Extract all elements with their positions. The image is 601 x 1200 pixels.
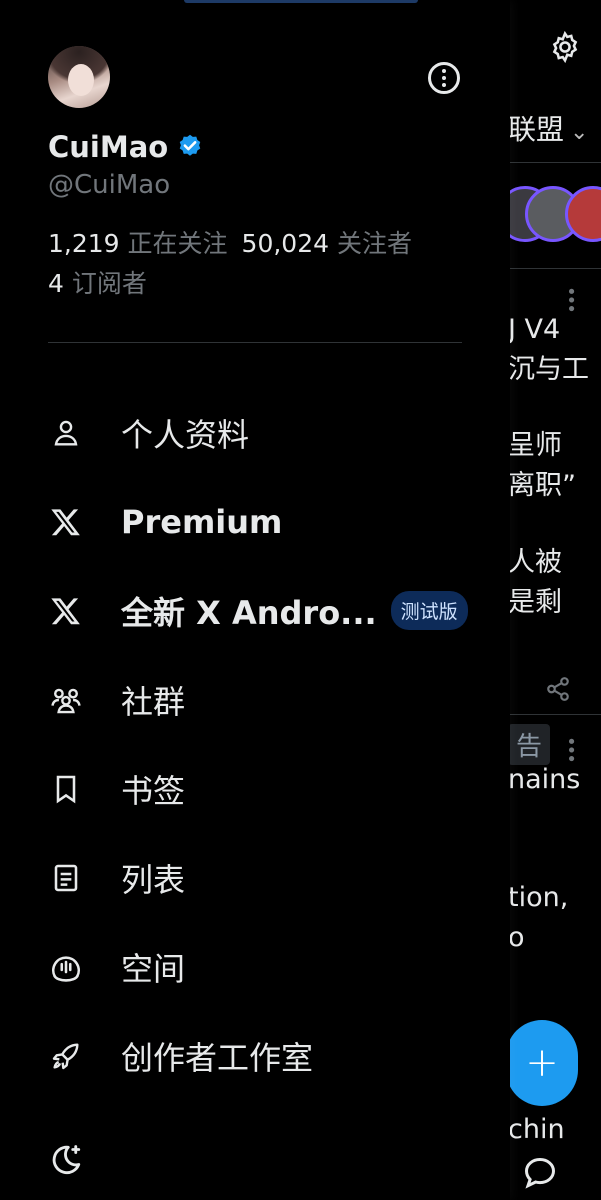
menu-item-label: 空间 — [121, 949, 186, 988]
followers-label: 关注者 — [336, 229, 412, 258]
share-icon[interactable] — [545, 676, 571, 702]
menu-item-lists[interactable]: 列表 — [0, 833, 510, 922]
dot — [442, 76, 446, 80]
following-label: 正在关注 — [127, 229, 228, 258]
subscribers-link[interactable]: 4 订阅者 — [48, 269, 147, 298]
verified-badge-icon — [179, 134, 201, 156]
divider — [48, 342, 462, 343]
bookmark-icon — [48, 771, 84, 807]
menu-item-spaces[interactable]: 空间 — [0, 922, 510, 1011]
timeline-text: 沉与工 — [508, 354, 589, 385]
spaces-avatar-row[interactable] — [505, 186, 601, 246]
dot — [442, 83, 446, 87]
settings-gear-icon[interactable] — [548, 30, 582, 64]
timeline-text: nains — [508, 764, 581, 795]
communities-icon — [48, 682, 84, 718]
dark-mode-moon-icon[interactable] — [48, 1142, 84, 1178]
menu-item-premium[interactable]: Premium — [0, 477, 510, 566]
menu-item-label: 创作者工作室 — [121, 1038, 314, 1077]
subscribers-count: 4 — [48, 269, 64, 298]
timeline-text: 离职” — [508, 470, 576, 501]
timeline-text: tion, — [508, 882, 569, 913]
avatar-face — [68, 64, 94, 96]
more-dots-icon[interactable]: ••• — [560, 736, 581, 762]
list-icon — [48, 860, 84, 896]
timeline-text: 是剩 — [508, 587, 562, 618]
profile-stats: 1,219 正在关注 50,024 关注者 4 订阅者 — [48, 224, 412, 304]
x-logo-icon — [48, 504, 84, 540]
followers-count: 50,024 — [241, 229, 330, 258]
menu-item-communities[interactable]: 社群 — [0, 655, 510, 744]
compose-button[interactable]: + — [506, 1020, 578, 1106]
menu-item-bookmarks[interactable]: 书签 — [0, 744, 510, 833]
ad-label: 告 — [508, 724, 551, 765]
divider — [508, 268, 601, 269]
avatar[interactable] — [48, 46, 110, 108]
beta-badge: 测试版 — [390, 591, 468, 630]
display-name-text: CuiMao — [48, 130, 169, 164]
menu-item-new-x-android[interactable]: 全新 X Andro... 测试版 — [0, 566, 510, 655]
timeline-text: o — [508, 922, 525, 953]
timeline-filter-label: 联盟 — [508, 113, 565, 146]
menu-item-label: 列表 — [121, 860, 186, 899]
timeline-filter[interactable]: 联盟 ⌄ — [508, 108, 588, 148]
drawer-menu: 个人资料 Premium 全新 X Andro... 测试版 社群 书签 列表 … — [0, 388, 510, 1100]
timeline-text: chin — [508, 1114, 565, 1145]
subscribers-label: 订阅者 — [71, 269, 147, 298]
profile-handle: @CuiMao — [48, 170, 171, 200]
x-logo-icon — [48, 593, 84, 629]
following-count: 1,219 — [48, 229, 120, 258]
menu-item-label: 全新 X Andro... — [121, 593, 377, 632]
divider — [508, 714, 601, 715]
messages-icon[interactable] — [522, 1155, 558, 1191]
drawer-top-indicator — [184, 0, 418, 3]
menu-item-label: 社群 — [121, 682, 186, 721]
timeline-text: J V4 — [508, 314, 561, 345]
timeline-text: 人被 — [508, 547, 562, 578]
plus-icon: + — [525, 1040, 559, 1086]
menu-item-profile[interactable]: 个人资料 — [0, 388, 510, 477]
divider — [508, 162, 601, 163]
spaces-icon — [48, 949, 84, 985]
menu-item-label: Premium — [121, 502, 283, 541]
dot — [442, 69, 446, 73]
person-icon — [48, 415, 84, 451]
followers-link[interactable]: 50,024 关注者 — [242, 229, 412, 258]
menu-item-label: 书签 — [121, 771, 186, 810]
profile-display-name[interactable]: CuiMao — [48, 130, 204, 164]
menu-item-label: 个人资料 — [121, 415, 250, 454]
menu-item-creator-studio[interactable]: 创作者工作室 — [0, 1011, 510, 1100]
chevron-down-icon: ⌄ — [570, 120, 589, 145]
more-dots-icon[interactable]: ••• — [560, 286, 581, 312]
rocket-icon — [48, 1038, 84, 1074]
timeline-text: 呈师 — [508, 430, 562, 461]
account-options-icon[interactable] — [428, 62, 460, 94]
navigation-drawer: CuiMao @CuiMao 1,219 正在关注 50,024 关注者 4 订阅… — [0, 0, 510, 1200]
following-link[interactable]: 1,219 正在关注 — [48, 229, 228, 258]
